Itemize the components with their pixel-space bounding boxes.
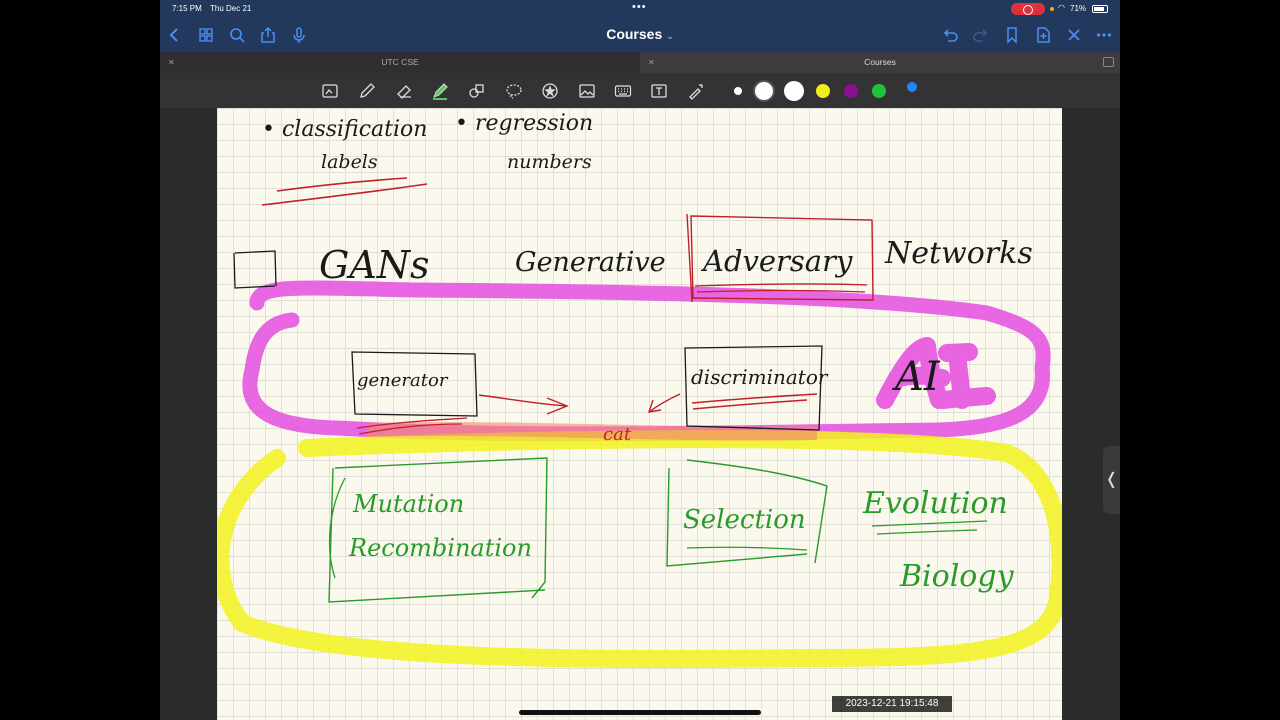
underline-labels: [261, 177, 428, 206]
arrow-left: [647, 393, 681, 413]
pen-icon[interactable]: [358, 82, 376, 100]
note-generator: generator: [357, 370, 449, 391]
underline-evolution: [871, 520, 988, 535]
color-swatch-purple[interactable]: [844, 84, 858, 98]
document-title-text: Courses: [606, 26, 663, 42]
multitasking-dots-icon[interactable]: •••: [632, 1, 647, 13]
shapes-icon[interactable]: [468, 82, 486, 100]
laser-pointer-icon[interactable]: [687, 82, 705, 100]
close-tab-icon[interactable]: ✕: [168, 52, 175, 73]
lasso-icon[interactable]: [505, 82, 523, 100]
tab-bar: ✕ UTC CSE ✕ Courses: [160, 52, 1120, 73]
tab-label: Courses: [864, 57, 896, 67]
status-bar: 7:15 PM Thu Dec 21 ••• ◠ 71%: [160, 0, 1120, 18]
color-swatch-white-large[interactable]: [784, 81, 804, 101]
checkbox-icon: [233, 250, 277, 289]
chevron-left-icon: ❬: [1104, 471, 1119, 488]
mutation-box: [328, 457, 548, 603]
color-swatch-white-small[interactable]: [734, 87, 742, 95]
undo-icon[interactable]: [941, 26, 959, 44]
eraser-icon[interactable]: [395, 82, 413, 100]
note-labels: labels: [321, 151, 378, 173]
note-cat: cat: [603, 424, 632, 445]
tab-courses[interactable]: ✕ Courses: [640, 52, 1120, 73]
battery-icon: [1092, 5, 1108, 13]
text-box-icon[interactable]: [650, 82, 668, 100]
highlighter-icon[interactable]: [431, 82, 449, 100]
note-mutation: Mutation: [352, 490, 464, 518]
redo-icon[interactable]: [972, 26, 990, 44]
sidebar-toggle[interactable]: ❬: [1103, 446, 1120, 514]
note-regression: • regression: [455, 111, 593, 136]
note-adversary: Adversary: [700, 244, 853, 278]
home-indicator[interactable]: [519, 710, 761, 715]
note-recombination: Recombination: [348, 534, 532, 562]
close-icon[interactable]: [1065, 26, 1083, 44]
keyboard-icon[interactable]: [614, 82, 632, 100]
color-swatch-white-medium[interactable]: [755, 82, 773, 100]
image-icon[interactable]: [578, 82, 596, 100]
note-ai: AI: [891, 354, 941, 400]
note-classification: • classification: [262, 117, 427, 142]
drawing-toolbar: [160, 73, 1120, 108]
note-numbers: numbers: [507, 151, 592, 173]
bookmark-icon[interactable]: [1003, 26, 1021, 44]
video-timestamp: 2023-12-21 19:15:48: [832, 696, 952, 712]
navigation-bar: Courses ⌄: [160, 18, 1120, 52]
underline-discriminator: [691, 393, 818, 410]
note-selection: Selection: [683, 505, 806, 535]
note-evolution: Evolution: [862, 486, 1008, 521]
tab-utc-cse[interactable]: ✕ UTC CSE: [160, 52, 640, 73]
yellow-highlight-loop: [217, 430, 1062, 669]
note-gans: GANs: [319, 243, 430, 287]
add-color-icon[interactable]: [907, 82, 917, 92]
status-time: 7:15 PM: [172, 4, 202, 13]
chevron-down-icon: ⌄: [666, 31, 674, 41]
ipad-screen: 7:15 PM Thu Dec 21 ••• ◠ 71% Courses ⌄ ✕…: [160, 0, 1120, 720]
handwriting-canvas[interactable]: • classification • regression labels num…: [217, 108, 1062, 720]
tab-label: UTC CSE: [381, 57, 419, 67]
tab-options-icon[interactable]: [1103, 57, 1114, 67]
note-biology: Biology: [899, 559, 1015, 594]
wifi-icon: ◠: [1058, 3, 1065, 12]
arrow-right: [478, 394, 569, 415]
screen-recording-icon[interactable]: [1011, 3, 1045, 15]
note-networks: Networks: [884, 236, 1033, 271]
scan-icon[interactable]: [321, 82, 339, 100]
more-options-icon[interactable]: [1095, 26, 1113, 44]
status-date: Thu Dec 21: [210, 4, 252, 13]
mic-indicator-icon: [1050, 7, 1054, 11]
sticker-icon[interactable]: [541, 82, 559, 100]
note-generative: Generative: [515, 247, 666, 278]
battery-percentage: 71%: [1070, 4, 1087, 13]
overlap-highlight: [366, 422, 818, 441]
close-tab-icon[interactable]: ✕: [648, 52, 655, 73]
notebook-page[interactable]: • classification • regression labels num…: [217, 108, 1062, 720]
add-page-icon[interactable]: [1034, 26, 1052, 44]
color-swatch-yellow[interactable]: [816, 84, 830, 98]
underline-selection: [686, 546, 808, 551]
note-discriminator: discriminator: [691, 365, 829, 389]
color-swatch-green[interactable]: [872, 84, 886, 98]
